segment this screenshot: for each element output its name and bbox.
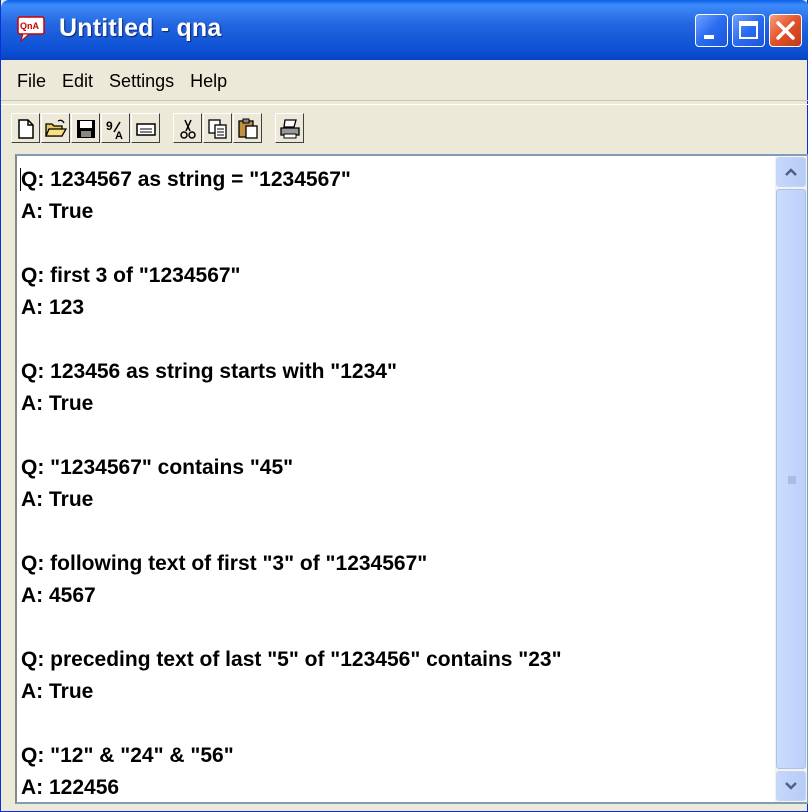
close-button[interactable] — [769, 14, 802, 47]
svg-text:QnA: QnA — [20, 21, 39, 31]
scroll-down-button[interactable] — [776, 771, 806, 801]
svg-text:9: 9 — [106, 119, 113, 133]
new-file-icon — [18, 119, 34, 139]
cut-icon — [180, 119, 196, 139]
document-line: A: True — [21, 200, 94, 223]
document-line: A: 123 — [21, 296, 85, 319]
copy-button[interactable] — [203, 113, 232, 143]
document-line: Q: 1234567 as string = "1234567" — [21, 168, 351, 191]
scroll-up-button[interactable] — [776, 157, 806, 187]
minimize-icon — [704, 35, 714, 39]
grip-icon — [788, 476, 796, 484]
document-line: A: 4567 — [21, 584, 96, 607]
window-title: Untitled - qna — [59, 14, 222, 42]
document-line: Q: first 3 of "1234567" — [21, 264, 241, 287]
document-line: Q: 123456 as string starts with "1234" — [21, 360, 397, 383]
save-button[interactable] — [71, 113, 100, 143]
app-icon: QnA — [17, 16, 45, 42]
maximize-button[interactable] — [732, 14, 765, 47]
title-bar[interactable]: QnA Untitled - qna — [1, 0, 808, 60]
chevron-up-icon — [785, 168, 797, 176]
chevron-down-icon — [785, 782, 797, 790]
close-icon — [776, 21, 795, 40]
menu-settings[interactable]: Settings — [101, 67, 182, 95]
toolbar: 9 A — [1, 104, 808, 152]
new-file-button[interactable] — [11, 113, 40, 143]
document-line: Q: following text of first "3" of "12345… — [21, 552, 428, 575]
font-button[interactable]: 9 A — [101, 113, 130, 143]
window-button[interactable] — [131, 113, 160, 143]
document-line: A: True — [21, 680, 94, 703]
save-icon — [77, 120, 95, 138]
open-folder-icon — [45, 119, 67, 137]
print-icon — [280, 119, 300, 139]
svg-text:A: A — [115, 130, 123, 140]
menu-bar: File Edit Settings Help — [1, 61, 808, 101]
copy-icon — [208, 119, 227, 139]
menu-file[interactable]: File — [9, 67, 54, 95]
document-line: Q: "12" & "24" & "56" — [21, 744, 234, 767]
document-line: A: True — [21, 392, 94, 415]
app-window: QnA Untitled - qna File Edit Settings He… — [0, 0, 808, 812]
scrollbar-thumb[interactable] — [776, 189, 806, 769]
document-line: Q: preceding text of last "5" of "123456… — [21, 648, 562, 671]
font-icon: 9 A — [106, 119, 123, 140]
menu-edit[interactable]: Edit — [54, 67, 101, 95]
print-button[interactable] — [275, 113, 304, 143]
open-button[interactable] — [41, 113, 70, 143]
window-icon — [136, 123, 156, 136]
document-line: A: True — [21, 488, 94, 511]
minimize-button[interactable] — [695, 14, 728, 47]
cut-button[interactable] — [173, 113, 202, 143]
text-editor[interactable]: Q: 1234567 as string = "1234567" A: True… — [15, 154, 808, 804]
document-line: A: 122456 — [21, 776, 120, 799]
paste-button[interactable] — [233, 113, 262, 143]
document-text[interactable]: Q: 1234567 as string = "1234567" A: True… — [21, 164, 775, 804]
menu-help[interactable]: Help — [182, 67, 235, 95]
paste-icon — [238, 118, 258, 139]
maximize-icon — [739, 21, 758, 39]
document-line: Q: "1234567" contains "45" — [21, 456, 294, 479]
vertical-scrollbar[interactable] — [775, 156, 807, 802]
